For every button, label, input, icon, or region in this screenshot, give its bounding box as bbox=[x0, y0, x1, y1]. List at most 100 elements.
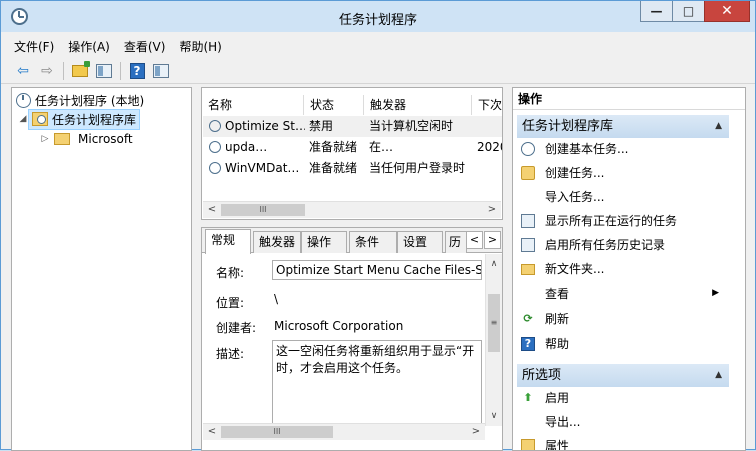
description-field[interactable]: 这一空闲任务将重新组织用于显示“开 时，才会启用这个任务。 bbox=[272, 340, 482, 426]
column-header-next-run[interactable]: 下次 bbox=[472, 95, 502, 115]
table-row[interactable]: upda… 准备就绪 在… 2020 bbox=[203, 137, 502, 158]
help-icon: ? bbox=[521, 337, 535, 351]
tab-settings[interactable]: 设置 bbox=[397, 231, 443, 253]
author-label: 创建者: bbox=[216, 321, 257, 335]
up-folder-button[interactable] bbox=[70, 60, 90, 81]
action-label: 启用 bbox=[545, 391, 570, 405]
scroll-right-arrow[interactable]: > bbox=[485, 203, 499, 217]
maximize-button[interactable]: □ bbox=[672, 1, 705, 22]
action-label: 显示所有正在运行的任务 bbox=[545, 214, 678, 228]
action-view[interactable]: 查看 bbox=[521, 283, 731, 305]
forward-arrow-icon[interactable]: ⇨ bbox=[37, 61, 57, 81]
actions-pane-title: 操作 bbox=[513, 88, 745, 110]
action-import-task[interactable]: 导入任务... bbox=[521, 186, 604, 208]
action-enable-history[interactable]: 启用所有任务历史记录 bbox=[521, 234, 665, 256]
action-label: 创建任务... bbox=[545, 166, 605, 180]
actions-section-library[interactable]: 任务计划程序库 ▲ bbox=[517, 115, 729, 138]
column-header-trigger[interactable]: 触发器 bbox=[364, 95, 472, 115]
task-trigger: 当任何用户登录时 bbox=[369, 161, 466, 175]
submenu-arrow-icon: ▶ bbox=[712, 288, 719, 298]
task-next-run: 2020 bbox=[477, 140, 502, 154]
scroll-left-arrow[interactable]: < bbox=[205, 203, 219, 217]
show-hide-console-tree-button[interactable] bbox=[94, 61, 114, 81]
tree-node-label: 任务计划程序 (本地) bbox=[35, 93, 145, 108]
table-row[interactable]: WinVMDat… 准备就绪 当任何用户登录时 bbox=[203, 158, 502, 179]
location-value: \ bbox=[274, 292, 279, 306]
tab-scroll-right[interactable]: > bbox=[484, 231, 501, 249]
name-label: 名称: bbox=[216, 266, 245, 280]
toolbar-divider bbox=[63, 61, 64, 80]
running-tasks-icon bbox=[521, 214, 535, 228]
detail-vscrollbar[interactable]: ∧ ≡ ∨ bbox=[485, 254, 502, 426]
tab-general[interactable]: 常规 bbox=[205, 229, 251, 254]
toolbar-divider bbox=[120, 61, 121, 80]
tree-node-label: Microsoft bbox=[78, 132, 133, 146]
clock-icon bbox=[16, 92, 31, 108]
column-header-name[interactable]: 名称 bbox=[202, 95, 304, 115]
tree-node-microsoft[interactable]: ▷ Microsoft bbox=[40, 129, 133, 149]
task-list: 名称 状态 触发器 下次 Optimize St… 禁用 当计算机空闲时 upd… bbox=[201, 87, 503, 220]
scroll-left-arrow[interactable]: < bbox=[205, 425, 219, 439]
expand-closed-icon[interactable]: ▷ bbox=[40, 134, 50, 144]
console-tree-icon bbox=[96, 63, 112, 78]
menu-view[interactable]: 查看(V) bbox=[117, 36, 173, 56]
action-label: 启用所有任务历史记录 bbox=[545, 238, 666, 252]
task-clock-icon bbox=[209, 162, 221, 174]
scroll-thumb[interactable]: ≡ bbox=[488, 294, 500, 352]
tab-actions[interactable]: 操作 bbox=[301, 231, 347, 253]
menu-help[interactable]: 帮助(H) bbox=[172, 36, 228, 56]
menu-file[interactable]: 文件(F) bbox=[7, 36, 61, 56]
toolbar: ⇦ ⇨ ? bbox=[1, 58, 755, 84]
action-create-basic-task[interactable]: 创建基本任务... bbox=[521, 138, 628, 160]
action-label: 新文件夹... bbox=[545, 262, 605, 276]
scroll-thumb[interactable]: III bbox=[221, 426, 333, 438]
action-label: 刷新 bbox=[545, 312, 570, 326]
action-help[interactable]: ? 帮助 bbox=[521, 333, 569, 355]
window-controls: — □ ✕ bbox=[640, 1, 750, 22]
action-label: 属性 bbox=[545, 439, 570, 451]
menu-action[interactable]: 操作(A) bbox=[61, 36, 117, 56]
scroll-down-arrow[interactable]: ∨ bbox=[486, 408, 502, 424]
description-label: 描述: bbox=[216, 347, 245, 361]
task-icon bbox=[521, 166, 535, 180]
name-field[interactable]: Optimize Start Menu Cache Files-S-1 bbox=[272, 260, 482, 280]
expand-open-icon[interactable]: ◢ bbox=[18, 114, 28, 124]
collapse-caret-icon[interactable]: ▲ bbox=[715, 364, 722, 387]
section-header-label: 所选项 bbox=[522, 368, 562, 383]
task-name-cell: WinVMDat… bbox=[209, 158, 305, 179]
table-row[interactable]: Optimize St… 禁用 当计算机空闲时 bbox=[203, 116, 502, 137]
action-create-task[interactable]: 创建任务... bbox=[521, 162, 604, 184]
selected-node: 任务计划程序库 bbox=[28, 108, 141, 130]
column-header-status[interactable]: 状态 bbox=[304, 95, 364, 115]
section-header-label: 任务计划程序库 bbox=[522, 119, 614, 134]
close-button[interactable]: ✕ bbox=[704, 1, 750, 22]
action-label: 查看 bbox=[545, 287, 570, 301]
detail-hscrollbar[interactable]: < III > bbox=[203, 423, 485, 440]
show-hide-action-pane-button[interactable] bbox=[151, 61, 171, 81]
action-new-folder[interactable]: 新文件夹... bbox=[521, 258, 604, 280]
tab-triggers[interactable]: 触发器 bbox=[253, 231, 301, 253]
detail-tabs: 常规 触发器 操作 条件 设置 历 < > bbox=[202, 228, 502, 254]
collapse-caret-icon[interactable]: ▲ bbox=[715, 115, 722, 138]
action-display-running-tasks[interactable]: 显示所有正在运行的任务 bbox=[521, 210, 677, 232]
action-properties[interactable]: 属性 bbox=[521, 435, 570, 451]
scroll-right-arrow[interactable]: > bbox=[469, 425, 483, 439]
task-clock-icon bbox=[209, 141, 221, 153]
action-export[interactable]: 导出... bbox=[521, 411, 580, 433]
minimize-button[interactable]: — bbox=[640, 1, 673, 22]
tab-scroll-left[interactable]: < bbox=[466, 231, 483, 249]
actions-section-selected[interactable]: 所选项 ▲ bbox=[517, 364, 729, 387]
tree-node-library[interactable]: ◢ 任务计划程序库 bbox=[18, 108, 141, 130]
action-enable[interactable]: ⬆ 启用 bbox=[521, 387, 569, 409]
tab-history[interactable]: 历 bbox=[445, 231, 467, 253]
scroll-up-arrow[interactable]: ∧ bbox=[486, 256, 502, 272]
scroll-thumb[interactable]: III bbox=[221, 204, 305, 216]
tab-conditions[interactable]: 条件 bbox=[349, 231, 397, 253]
action-label: 导入任务... bbox=[545, 190, 605, 204]
task-name: upda… bbox=[225, 140, 268, 154]
back-arrow-icon[interactable]: ⇦ bbox=[13, 61, 33, 81]
task-list-hscrollbar[interactable]: < III > bbox=[203, 201, 501, 218]
action-refresh[interactable]: ⟳ 刷新 bbox=[521, 308, 569, 330]
help-button[interactable]: ? bbox=[127, 61, 147, 81]
tree-node-root[interactable]: 任务计划程序 (本地) bbox=[16, 90, 144, 110]
